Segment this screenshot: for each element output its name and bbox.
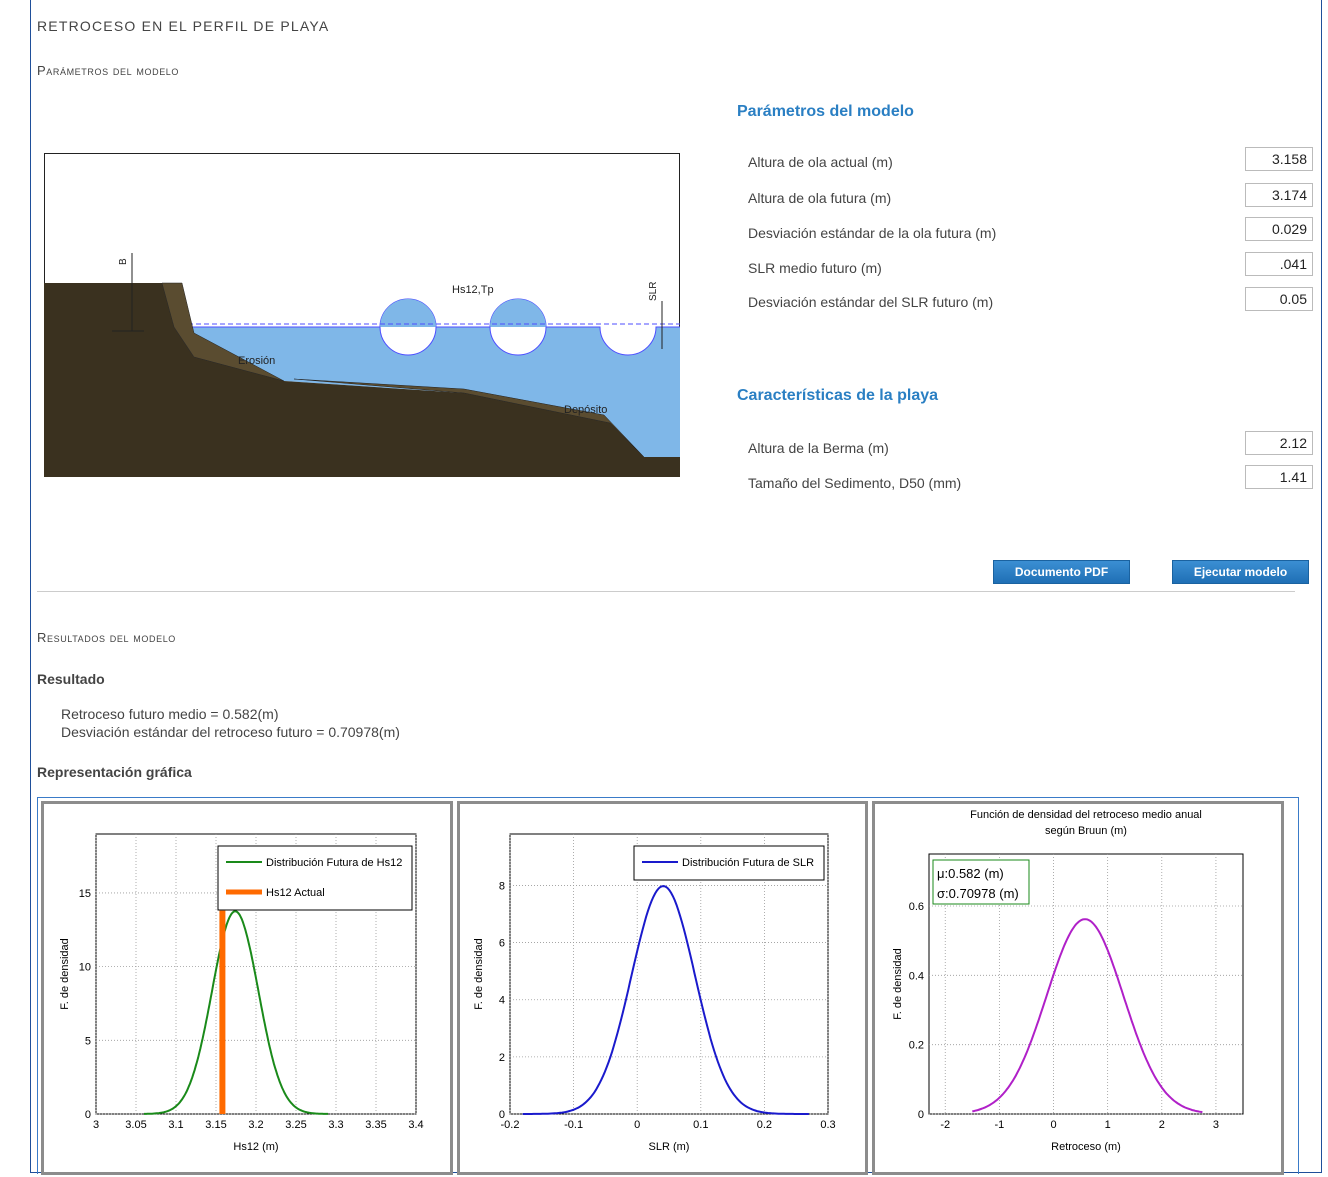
page-title: RETROCESO EN EL PERFIL DE PLAYA xyxy=(37,18,330,34)
x-tick-label: 3.1 xyxy=(168,1119,183,1131)
run-model-button[interactable]: Ejecutar modelo xyxy=(1172,560,1309,584)
slr-mean-future-input[interactable] xyxy=(1245,252,1313,276)
y-tick-label: 10 xyxy=(79,962,91,974)
x-tick-label: -1 xyxy=(994,1119,1004,1131)
result-heading: Resultado xyxy=(37,671,105,687)
y-tick-label: 0 xyxy=(85,1109,91,1121)
wave-height-future-input[interactable] xyxy=(1245,183,1313,207)
x-tick-label: 1 xyxy=(1105,1119,1111,1131)
sediment-size-input[interactable] xyxy=(1245,465,1313,489)
y-axis-label: F. de densidad xyxy=(473,938,485,1010)
x-tick-label: 3.3 xyxy=(328,1119,343,1131)
actual-value-bar xyxy=(219,910,226,1114)
plot-slr-panel: -0.2 -0.1 0 0.1 0.2 0.3 0 2 4 6 8 SLR (m) F. de dens… xyxy=(457,801,868,1175)
param-label-2: Desviación estándar de la ola futura (m) xyxy=(748,225,997,241)
y-tick-label: 8 xyxy=(499,880,505,892)
x-tick-label: 3.05 xyxy=(125,1119,146,1131)
wave-std-future-input[interactable] xyxy=(1245,217,1313,241)
result-std-retreat: Desviación estándar del retroceso futuro… xyxy=(61,724,400,740)
param-label-4: Desviación estándar del SLR futuro (m) xyxy=(748,294,994,310)
y-tick-label: 0.4 xyxy=(909,970,924,982)
beach-profile-diagram: B SLR Hs12,Tp Erosión Depósito xyxy=(44,153,680,477)
y-tick-label: 15 xyxy=(79,888,91,900)
legend-box xyxy=(217,845,413,911)
berm-height-input[interactable] xyxy=(1245,431,1313,455)
x-tick-label: 3.15 xyxy=(205,1119,226,1131)
section-results-title: Resultados del modelo xyxy=(37,630,176,645)
x-tick-label: 3.25 xyxy=(285,1119,306,1131)
x-tick-label: 3.2 xyxy=(248,1119,263,1131)
b-label: B xyxy=(118,258,129,265)
x-axis-label: SLR (m) xyxy=(649,1141,690,1153)
annotation-text: σ:0.70978 (m) xyxy=(937,886,1019,901)
x-tick-label: 3 xyxy=(93,1119,99,1131)
y-axis-label: F. de densidad xyxy=(892,948,904,1020)
x-tick-label: 0.1 xyxy=(693,1119,708,1131)
x-tick-label: 0.3 xyxy=(820,1119,835,1131)
y-tick-label: 0 xyxy=(499,1109,505,1121)
deposit-label: Depósito xyxy=(564,404,607,416)
legend-label: Hs12 Actual xyxy=(266,887,325,899)
x-axis-label: Hs12 (m) xyxy=(233,1141,278,1153)
x-tick-label: 0 xyxy=(634,1119,640,1131)
x-tick-label: 2 xyxy=(1159,1119,1165,1131)
section-params-title: Parámetros del modelo xyxy=(37,63,180,78)
section-divider xyxy=(37,591,1295,592)
erosion-label: Erosión xyxy=(238,355,275,367)
slr-label: SLR xyxy=(648,282,659,301)
plot-retreat-panel: -2 -1 0 1 2 3 0 0.2 0.4 0.6 Retroceso (m) F. de den… xyxy=(872,801,1284,1175)
result-mean-retreat: Retroceso futuro medio = 0.582(m) xyxy=(61,706,279,722)
beach-heading: Características de la playa xyxy=(737,387,939,404)
beach-label-1: Tamaño del Sedimento, D50 (mm) xyxy=(748,475,962,491)
x-tick-label: -2 xyxy=(940,1119,950,1131)
chart-title: Función de densidad del retroceso medio … xyxy=(970,809,1202,821)
x-tick-label: 0 xyxy=(1050,1119,1056,1131)
annotation-text: μ:0.582 (m) xyxy=(937,866,1004,881)
plot-hs-panel: 3 3.05 3.1 3.15 3.2 3.25 3.3 3.35 3.4 0 5 10 15 Hs12 … xyxy=(41,801,453,1175)
x-tick-label: -0.1 xyxy=(564,1119,583,1131)
x-tick-label: 3 xyxy=(1213,1119,1219,1131)
x-tick-label: 3.35 xyxy=(365,1119,386,1131)
params-heading: Parámetros del modelo xyxy=(737,103,914,120)
graph-heading: Representación gráfica xyxy=(37,764,192,780)
legend-label: Distribución Futura de SLR xyxy=(682,857,814,869)
pdf-document-button[interactable]: Documento PDF xyxy=(993,560,1130,584)
y-tick-label: 0 xyxy=(918,1109,924,1121)
hs-label: Hs12,Tp xyxy=(452,284,494,296)
chart-subtitle: según Bruun (m) xyxy=(1045,825,1127,837)
y-tick-label: 0.6 xyxy=(909,901,924,913)
chart-retreat-distribution: -2 -1 0 1 2 3 0 0.2 0.4 0.6 Retroceso (m) F. de den… xyxy=(892,809,1244,1153)
legend-label: Distribución Futura de Hs12 xyxy=(266,857,402,869)
param-label-3: SLR medio futuro (m) xyxy=(748,260,882,276)
param-label-0: Altura de ola actual (m) xyxy=(748,154,893,170)
y-tick-label: 6 xyxy=(499,938,505,950)
x-axis-label: Retroceso (m) xyxy=(1051,1141,1121,1153)
param-label-1: Altura de ola futura (m) xyxy=(748,190,892,206)
beach-label-0: Altura de la Berma (m) xyxy=(748,440,889,456)
y-tick-label: 4 xyxy=(499,995,505,1007)
chart-hs-distribution: 3 3.05 3.1 3.15 3.2 3.25 3.3 3.35 3.4 0 5 10 15 Hs12 … xyxy=(59,833,424,1153)
y-tick-label: 2 xyxy=(499,1052,505,1064)
y-tick-label: 5 xyxy=(85,1035,91,1047)
x-tick-label: 3.4 xyxy=(408,1119,423,1131)
y-tick-label: 0.2 xyxy=(909,1040,924,1052)
wave-height-current-input[interactable] xyxy=(1245,147,1313,171)
y-axis-label: F. de densidad xyxy=(59,938,71,1010)
chart-slr-distribution: -0.2 -0.1 0 0.1 0.2 0.302468SLR (m)F. de dens… xyxy=(473,833,836,1153)
slr-std-future-input[interactable] xyxy=(1245,287,1313,311)
x-tick-label: 0.2 xyxy=(757,1119,772,1131)
